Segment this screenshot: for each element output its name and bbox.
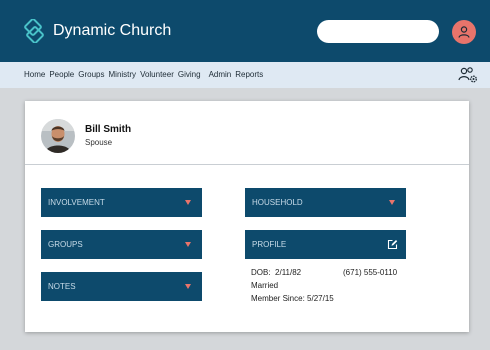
main-nav: Home People Groups Ministry Volunteer Gi… [0, 62, 490, 88]
user-icon [458, 26, 470, 38]
nav-item-home[interactable]: Home [24, 62, 45, 88]
person-name: Bill Smith [85, 124, 132, 135]
member-since-value: 5/27/15 [307, 294, 334, 303]
groups-label: GROUPS [48, 240, 83, 249]
member-since-row: Member Since: 5/27/15 [251, 294, 334, 304]
caret-down-icon [389, 200, 395, 205]
involvement-panel[interactable]: INVOLVEMENT [41, 188, 202, 217]
nav-item-reports[interactable]: Reports [235, 62, 263, 88]
nav-item-volunteer[interactable]: Volunteer [140, 62, 174, 88]
users-gear-icon[interactable] [458, 66, 478, 84]
app-header: Dynamic Church [0, 0, 490, 62]
member-since-label: Member Since: [251, 294, 305, 303]
household-panel[interactable]: HOUSEHOLD [245, 188, 406, 217]
nav-item-admin[interactable]: Admin [209, 62, 232, 88]
dob-label: DOB: [251, 268, 271, 277]
nav-item-groups[interactable]: Groups [78, 62, 104, 88]
logo-icon [24, 19, 44, 43]
profile-label: PROFILE [252, 240, 287, 249]
caret-down-icon [185, 200, 191, 205]
nav-item-giving[interactable]: Giving [178, 62, 201, 88]
marital-status: Married [251, 281, 279, 290]
dob-row: DOB: 2/11/82 [251, 268, 301, 278]
nav-item-people[interactable]: People [49, 62, 74, 88]
phone-value: (671) 555-0110 [343, 268, 398, 277]
app-title: Dynamic Church [53, 22, 172, 39]
caret-down-icon [185, 242, 191, 247]
person-photo [41, 119, 75, 153]
edit-icon[interactable] [387, 239, 398, 250]
nav-items: Home People Groups Ministry Volunteer Gi… [24, 62, 267, 88]
divider [25, 164, 469, 165]
person-card: Bill Smith Spouse INVOLVEMENT GROUPS NOT… [25, 101, 469, 332]
profile-panel[interactable]: PROFILE [245, 230, 406, 259]
nav-item-ministry[interactable]: Ministry [109, 62, 137, 88]
notes-panel[interactable]: NOTES [41, 272, 202, 301]
household-label: HOUSEHOLD [252, 198, 303, 207]
groups-panel[interactable]: GROUPS [41, 230, 202, 259]
user-avatar-button[interactable] [452, 20, 476, 44]
caret-down-icon [185, 284, 191, 289]
dob-value: 2/11/82 [275, 268, 302, 277]
involvement-label: INVOLVEMENT [48, 198, 105, 207]
avatar [41, 119, 75, 153]
person-role: Spouse [85, 138, 113, 147]
search-input[interactable] [317, 20, 439, 43]
notes-label: NOTES [48, 282, 76, 291]
